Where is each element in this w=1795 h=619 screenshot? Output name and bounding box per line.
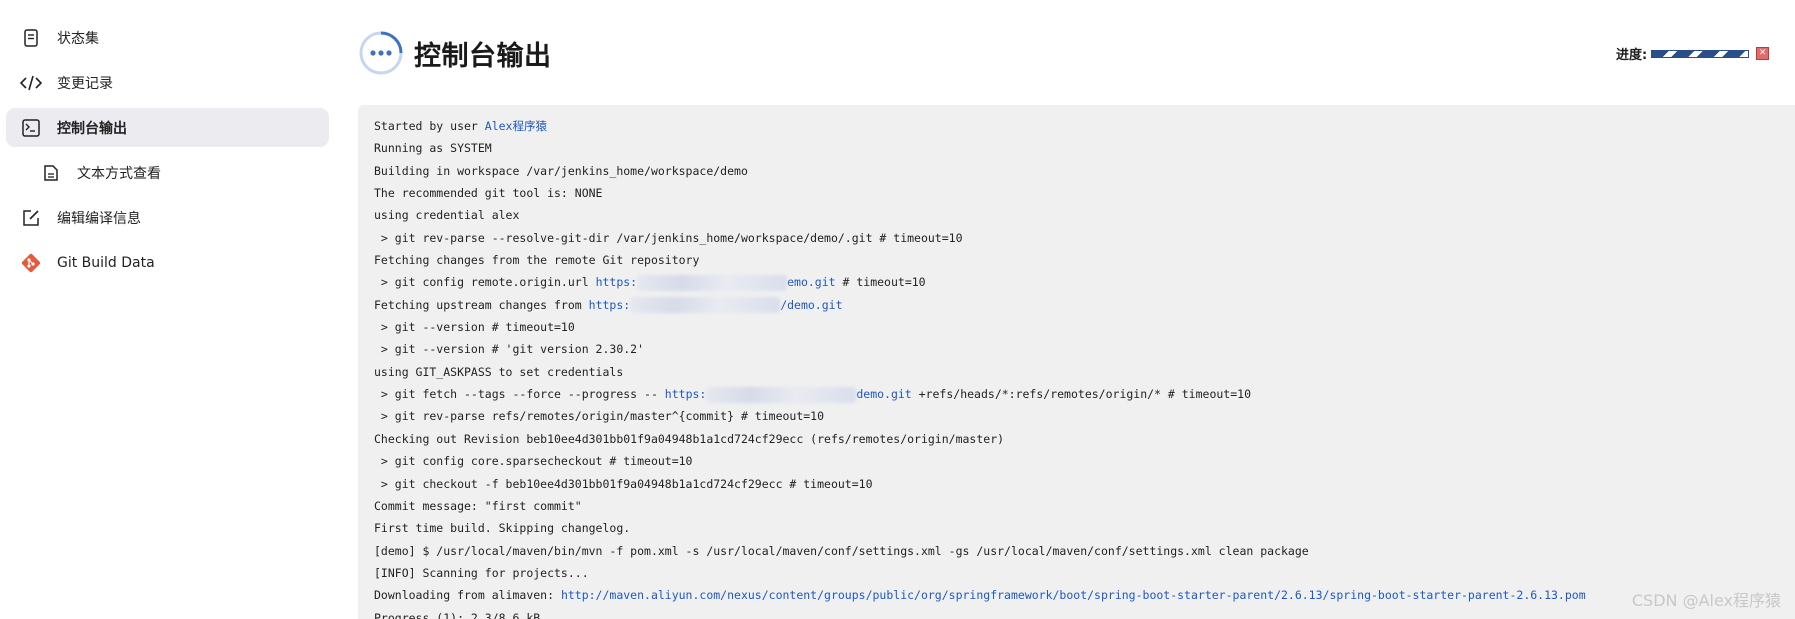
redacted-area bbox=[637, 274, 788, 291]
terminal-icon bbox=[20, 117, 42, 139]
console-line: [INFO] Scanning for projects... bbox=[374, 565, 589, 580]
git-icon bbox=[20, 252, 42, 274]
sidebar-item-label: 编辑编译信息 bbox=[57, 210, 141, 227]
progress-bar bbox=[1651, 49, 1750, 58]
maven-url-link[interactable]: http://maven.aliyun.com/nexus/content/gr… bbox=[561, 588, 1586, 602]
console-line: Checking out Revision beb10ee4d301bb01f9… bbox=[374, 431, 1005, 446]
console-line: Fetching changes from the remote Git rep… bbox=[374, 253, 700, 268]
console-line: Fetching upstream changes from https:/de… bbox=[374, 297, 843, 314]
console-line: Commit message: "first commit" bbox=[374, 498, 582, 513]
repo-url-link[interactable]: https: demo.git bbox=[665, 386, 912, 403]
console-line: > git rev-parse refs/remotes/origin/mast… bbox=[374, 409, 825, 424]
console-output: Started by user Alex程序猿 Running as SYSTE… bbox=[358, 105, 1795, 619]
sidebar-item-label: 状态集 bbox=[57, 30, 99, 47]
console-more-icon bbox=[359, 31, 403, 75]
sidebar-item-label: 控制台输出 bbox=[57, 120, 127, 137]
file-text-icon bbox=[40, 162, 62, 184]
sidebar-item-status[interactable]: 状态集 bbox=[6, 18, 329, 57]
page-header: 控制台输出 bbox=[358, 28, 552, 78]
console-line: Building in workspace /var/jenkins_home/… bbox=[374, 163, 748, 178]
console-line: > git config core.sparsecheckout # timeo… bbox=[374, 454, 693, 469]
console-line: Downloading from alimaven: http://maven.… bbox=[374, 588, 1586, 603]
sidebar-item-edit-build-info[interactable]: 编辑编译信息 bbox=[6, 198, 329, 237]
stop-build-button[interactable]: ✕ bbox=[1756, 47, 1770, 60]
build-progress: 进度: ✕ bbox=[1616, 44, 1770, 63]
redacted-area bbox=[630, 297, 781, 314]
console-line: Running as SYSTEM bbox=[374, 141, 492, 156]
sidebar-item-label: 文本方式查看 bbox=[77, 165, 161, 182]
progress-label: 进度: bbox=[1616, 48, 1648, 63]
repo-url-link[interactable]: https: emo.git bbox=[596, 274, 836, 291]
document-icon bbox=[20, 27, 42, 49]
sidebar: 状态集 变更记录 控制台输出 文本方式查看 编辑编译信息 Git Build D… bbox=[0, 18, 335, 288]
console-line: Started by user Alex程序猿 bbox=[374, 119, 547, 133]
sidebar-item-changes[interactable]: 变更记录 bbox=[6, 63, 329, 102]
code-icon bbox=[20, 72, 42, 94]
console-line: using credential alex bbox=[374, 208, 520, 223]
console-line: > git rev-parse --resolve-git-dir /var/j… bbox=[374, 230, 963, 245]
console-line: [demo] $ /usr/local/maven/bin/mvn -f pom… bbox=[374, 543, 1309, 558]
console-line: The recommended git tool is: NONE bbox=[374, 186, 603, 201]
sidebar-item-label: Git Build Data bbox=[57, 254, 155, 271]
page-title: 控制台输出 bbox=[414, 40, 552, 72]
console-line: > git fetch --tags --force --progress --… bbox=[374, 386, 1251, 403]
console-line: > git --version # timeout=10 bbox=[374, 320, 575, 335]
sidebar-item-git-build-data[interactable]: Git Build Data bbox=[6, 243, 329, 282]
sidebar-item-plain-text[interactable]: 文本方式查看 bbox=[6, 153, 329, 192]
console-line: > git config remote.origin.url https: emo… bbox=[374, 274, 926, 291]
console-line: Progress (1): 2.3/8.6 kB bbox=[374, 610, 541, 619]
redacted-area bbox=[706, 386, 857, 403]
console-line: > git checkout -f beb10ee4d301bb01f9a049… bbox=[374, 476, 873, 491]
edit-icon bbox=[20, 207, 42, 229]
sidebar-item-console-output[interactable]: 控制台输出 bbox=[6, 108, 329, 147]
repo-url-link[interactable]: https:/demo.git bbox=[589, 297, 843, 314]
console-line: using GIT_ASKPASS to set credentials bbox=[374, 364, 624, 379]
watermark: CSDN @Alex程序猿 bbox=[1631, 591, 1781, 610]
sidebar-item-label: 变更记录 bbox=[57, 75, 113, 92]
console-line: > git --version # 'git version 2.30.2' bbox=[374, 342, 645, 357]
user-link[interactable]: Alex程序猿 bbox=[485, 119, 547, 133]
console-line: First time build. Skipping changelog. bbox=[374, 521, 631, 536]
